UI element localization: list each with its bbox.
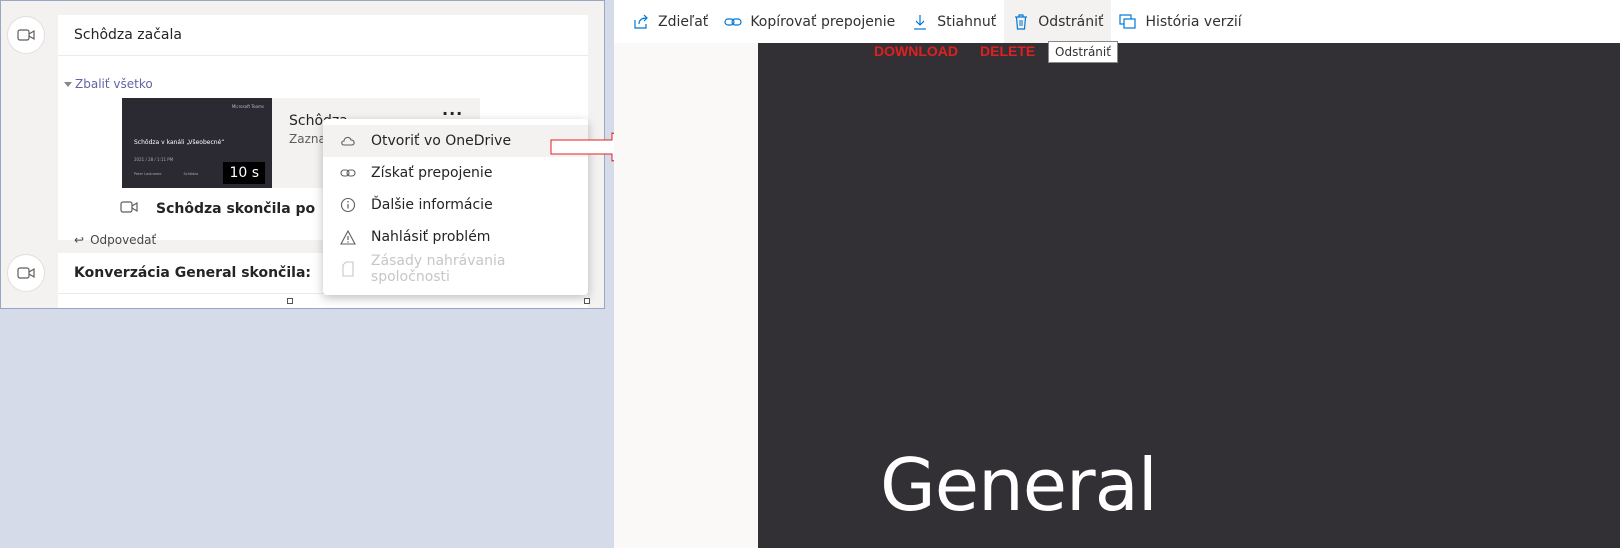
recording-thumbnail[interactable]: Microsoft Teams Schôdza v kanáli „Všeobe…: [122, 98, 272, 188]
info-icon: [339, 196, 357, 214]
conversation-ended-title: Konverzácia General skončila:: [74, 265, 311, 281]
download-button[interactable]: Stiahnuť: [903, 0, 1004, 43]
warning-icon: [339, 228, 357, 246]
selection-handle[interactable]: [584, 298, 590, 304]
thumbnail-title: Schôdza v kanáli „Všeobecné“: [134, 139, 225, 146]
delete-button[interactable]: Odstrániť: [1004, 0, 1112, 43]
selection-handle[interactable]: [287, 298, 293, 304]
copy-link-button[interactable]: Kopírovať prepojenie: [716, 0, 903, 43]
history-icon: [1119, 13, 1137, 31]
menu-item-label: Otvoriť vo OneDrive: [371, 133, 512, 149]
download-icon: [911, 13, 929, 31]
reply-arrow-icon: ↩: [74, 233, 85, 247]
reply-button[interactable]: ↩ Odpovedať: [74, 233, 156, 247]
reply-label: Odpovedať: [90, 233, 157, 247]
menu-item-label: Nahlásiť problém: [371, 229, 491, 245]
share-label: Zdieľať: [658, 13, 709, 30]
command-bar: Zdieľať Kopírovať prepojenie Stiahnuť Od…: [614, 0, 1620, 43]
delete-annotation: DELETE: [980, 43, 1036, 59]
thumbnail-footer-right: Schôdza: [183, 172, 199, 176]
meeting-camera-icon: [7, 16, 45, 54]
cloud-icon: [339, 132, 357, 150]
meeting-ended-text: Schôdza skončila po: [156, 201, 316, 217]
share-icon: [632, 13, 650, 31]
link-icon: [339, 164, 357, 182]
context-menu: Otvoriť vo OneDrive Získať prepojenie Ďa…: [323, 119, 588, 295]
menu-item-get-link[interactable]: Získať prepojenie: [323, 157, 588, 189]
divider: [58, 55, 588, 56]
onedrive-viewer-panel: Zdieľať Kopírovať prepojenie Stiahnuť Od…: [614, 0, 1620, 548]
menu-item-open-onedrive[interactable]: Otvoriť vo OneDrive: [323, 125, 588, 157]
menu-item-recording-policy: Zásady nahrávania spoločnosti: [323, 253, 588, 285]
menu-item-report-problem[interactable]: Nahlásiť problém: [323, 221, 588, 253]
download-label: Stiahnuť: [937, 13, 997, 30]
link-icon: [724, 13, 742, 31]
version-history-button[interactable]: História verzií: [1111, 0, 1249, 43]
document-icon: [339, 260, 357, 278]
collapse-all-link[interactable]: Zbaliť všetko: [64, 77, 153, 91]
copy-link-label: Kopírovať prepojenie: [750, 13, 896, 30]
conversation-camera-icon: [7, 254, 45, 292]
trash-icon: [1012, 13, 1030, 31]
meeting-started-title: Schôdza začala: [74, 27, 182, 43]
thumbnail-brand: Microsoft Teams: [231, 104, 264, 109]
menu-item-label: Zásady nahrávania spoločnosti: [370, 253, 506, 285]
version-history-label: História verzií: [1145, 13, 1242, 30]
collapse-all-label: Zbaliť všetko: [75, 77, 153, 91]
menu-item-more-info[interactable]: Ďalšie informácie: [323, 189, 588, 221]
delete-label: Odstrániť: [1038, 13, 1104, 30]
delete-tooltip: Odstrániť: [1048, 41, 1118, 63]
meeting-ended-camera-icon: [120, 200, 138, 218]
thumbnail-footer-left: Peter Lastname: [134, 172, 162, 176]
thumbnail-footer: Peter Lastname Schôdza: [134, 172, 198, 176]
share-button[interactable]: Zdieľať: [624, 0, 716, 43]
menu-item-label: Získať prepojenie: [371, 165, 493, 181]
meeting-ended-row: Schôdza skončila po: [120, 200, 315, 218]
caret-down-icon: [64, 81, 72, 87]
thumbnail-meta: 2021 / 28 / 1:11 PM: [134, 157, 174, 162]
viewer-text: General: [880, 443, 1158, 527]
video-viewer[interactable]: General: [758, 43, 1620, 548]
duration-badge: 10 s: [223, 162, 265, 184]
download-annotation: DOWNLOAD: [874, 43, 958, 59]
teams-chat-panel: Schôdza začala Zbaliť všetko Microsoft T…: [0, 0, 605, 309]
menu-item-label: Ďalšie informácie: [371, 197, 493, 213]
